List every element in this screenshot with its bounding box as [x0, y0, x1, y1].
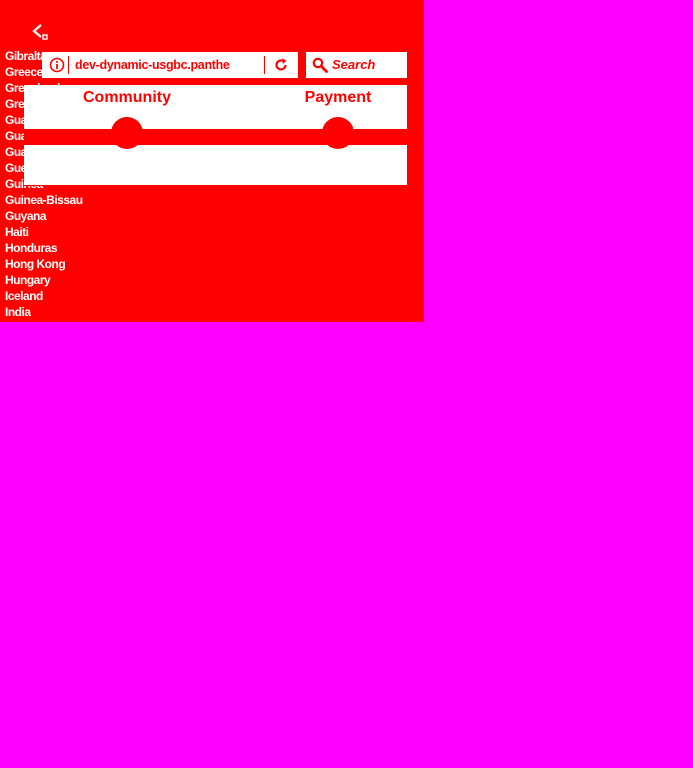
step-label: Payment: [304, 89, 372, 106]
back-button[interactable]: [30, 22, 48, 40]
country-option[interactable]: Iceland: [5, 288, 85, 304]
search-placeholder: Search: [332, 57, 376, 72]
country-option[interactable]: Greece: [5, 64, 85, 80]
url-text[interactable]: dev-dynamic-usgbc.panthe: [75, 57, 239, 73]
country-option[interactable]: Hungary: [5, 272, 85, 288]
step-community: Community: [67, 85, 187, 149]
progress-steps-panel: Community Payment: [24, 85, 407, 186]
step-indicator: [111, 117, 143, 149]
address-divider: [264, 56, 265, 74]
back-arrow-icon: [32, 24, 48, 40]
country-option[interactable]: Guinea-Bissau: [5, 192, 85, 208]
search-icon: [312, 57, 328, 73]
search-box[interactable]: Search: [306, 52, 407, 78]
refresh-icon[interactable]: [273, 57, 289, 73]
country-option[interactable]: Haiti: [5, 224, 85, 240]
step-payment: Payment: [278, 85, 398, 149]
step-label: Community: [83, 89, 171, 106]
country-option[interactable]: Hong Kong: [5, 256, 85, 272]
country-option[interactable]: Guyana: [5, 208, 85, 224]
country-option[interactable]: India: [5, 304, 85, 320]
app-window: dev-dynamic-usgbc.panthe Search Gibralta…: [0, 0, 424, 322]
country-option[interactable]: Gibraltar: [5, 48, 85, 64]
step-indicator: [322, 117, 354, 149]
country-option[interactable]: Honduras: [5, 240, 85, 256]
